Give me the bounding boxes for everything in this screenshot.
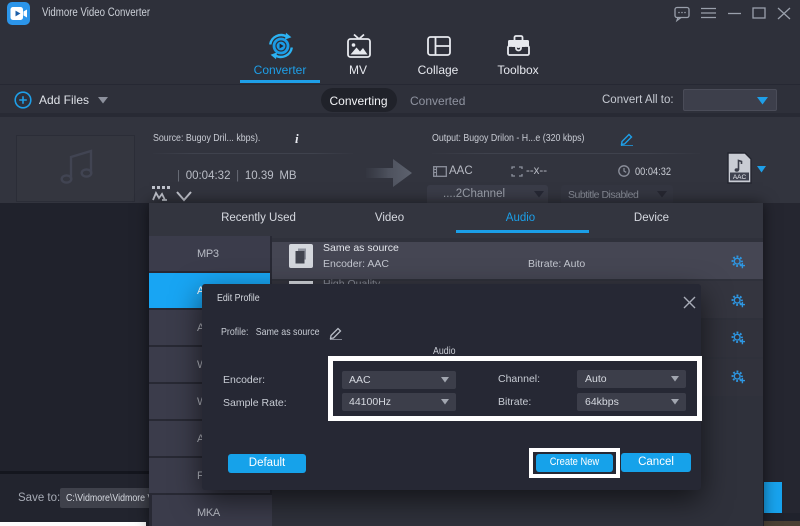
svg-text:AAC: AAC (733, 174, 747, 181)
